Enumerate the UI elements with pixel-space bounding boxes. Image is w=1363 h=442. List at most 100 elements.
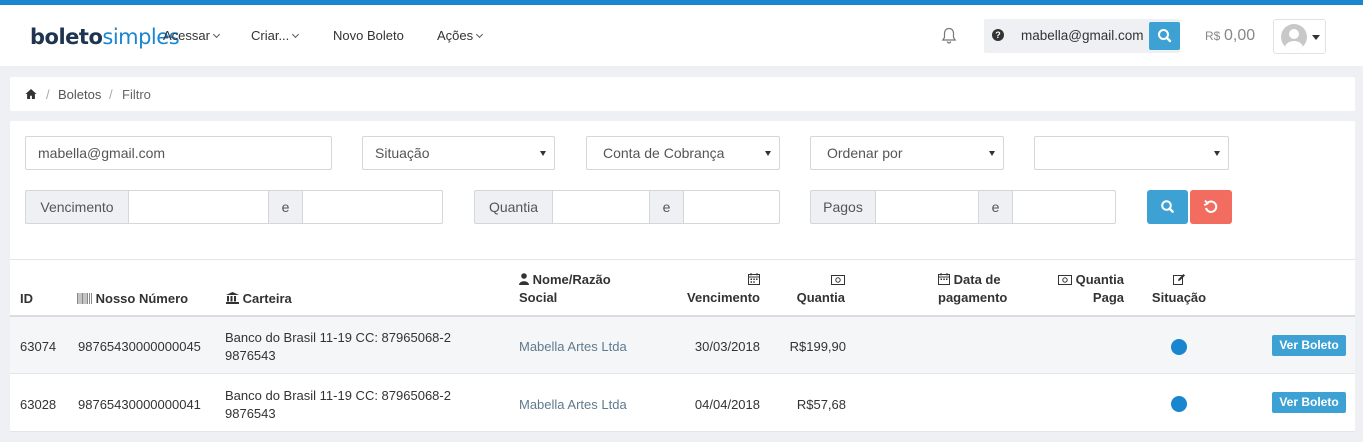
table-row[interactable]: 63074 98765430000000045 Banco do Brasil … [10, 317, 1355, 374]
pagos-label: Pagos [810, 190, 876, 224]
ordenar-select[interactable]: Ordenar por [810, 136, 1004, 170]
row-id: 63074 [20, 339, 57, 354]
breadcrumb: / Boletos / Filtro [10, 77, 1355, 111]
column-header-nosso-numero-label: Nosso Número [95, 291, 189, 306]
column-header-quantia-paga-line2: Paga [1092, 290, 1124, 305]
breadcrumb-separator: / [109, 87, 113, 102]
vencimento-start-input[interactable] [128, 190, 269, 224]
bell-icon[interactable] [941, 27, 957, 45]
row-nome-link[interactable]: Mabella Artes Ltda [519, 338, 627, 356]
situacao-select[interactable]: Situação [362, 136, 555, 170]
status-dot [1171, 339, 1187, 355]
global-search: ? mabella@gmail.com [984, 19, 1180, 53]
chevron-down-icon [212, 30, 221, 39]
quantia-start-input[interactable] [552, 190, 650, 224]
row-nosso-numero: 98765430000000041 [78, 397, 201, 412]
column-header-vencimento[interactable]: Vencimento [687, 271, 760, 307]
situacao-select-value: Situação [375, 145, 430, 161]
column-header-nome-line1: Nome/Razão [532, 272, 611, 287]
select-arrow-icon [1214, 151, 1220, 156]
filter-reset-button[interactable] [1190, 190, 1232, 224]
quantia-label: Quantia [474, 190, 553, 224]
vencimento-end-input[interactable] [302, 190, 443, 224]
column-header-data-line1: Data de [953, 272, 1001, 287]
column-header-data-pagamento[interactable]: Data de pagamento [938, 271, 1007, 307]
pagos-end-input[interactable] [1012, 190, 1116, 224]
money-icon [1057, 275, 1072, 285]
row-carteira: Banco do Brasil 11-19 CC: 87965068-2 987… [225, 387, 451, 423]
select-arrow-icon [765, 151, 771, 156]
logo[interactable]: boletosimples [30, 25, 180, 49]
quantia-end-input[interactable] [683, 190, 780, 224]
breadcrumb-boletos[interactable]: Boletos [58, 87, 101, 102]
calendar-icon [938, 273, 950, 285]
row-carteira-line1: Banco do Brasil 11-19 CC: 87965068-2 [225, 330, 451, 345]
user-avatar-menu[interactable] [1273, 19, 1326, 54]
menu-novo-boleto[interactable]: Novo Boleto [333, 28, 404, 43]
extra-select[interactable] [1034, 136, 1229, 170]
undo-icon [1203, 199, 1218, 213]
balance-currency: R$ [1205, 29, 1221, 43]
global-search-button[interactable] [1149, 22, 1180, 50]
ver-boleto-button[interactable]: Ver Boleto [1272, 392, 1346, 413]
table-row[interactable]: 63028 98765430000000041 Banco do Brasil … [10, 375, 1355, 432]
ver-boleto-button[interactable]: Ver Boleto [1272, 335, 1346, 356]
vencimento-between-label: e [268, 190, 303, 224]
row-nosso-numero: 98765430000000045 [78, 339, 201, 354]
global-search-input[interactable]: mabella@gmail.com [1021, 28, 1149, 43]
column-header-data-line2: pagamento [938, 290, 1008, 305]
pagos-start-input[interactable] [875, 190, 979, 224]
question-circle-icon[interactable]: ? [992, 29, 1004, 41]
column-header-quantia[interactable]: Quantia [797, 271, 845, 307]
row-quantia: R$199,90 [789, 339, 846, 354]
row-carteira-line2: 9876543 [225, 406, 276, 421]
column-header-quantia-paga[interactable]: Quantia Paga [1057, 271, 1124, 307]
column-header-nosso-numero[interactable]: Nosso Número [77, 290, 188, 308]
column-header-carteira[interactable]: Carteira [226, 290, 292, 308]
column-header-situacao-label: Situação [1151, 290, 1207, 305]
edit-icon [1173, 274, 1185, 285]
row-carteira-line1: Banco do Brasil 11-19 CC: 87965068-2 [225, 388, 451, 403]
avatar [1281, 24, 1307, 50]
search-icon [1158, 29, 1172, 43]
menu-criar-label: Criar... [251, 28, 290, 43]
quantia-between-label: e [649, 190, 684, 224]
email-filter-input[interactable]: mabella@gmail.com [25, 136, 332, 170]
column-header-quantia-paga-line1: Quantia [1075, 272, 1124, 287]
chevron-down-icon [476, 30, 484, 39]
column-header-nome[interactable]: Nome/Razão Social [519, 271, 611, 307]
calendar-icon [748, 273, 760, 285]
bank-icon [226, 292, 239, 304]
row-nome-link[interactable]: Mabella Artes Ltda [519, 396, 627, 414]
column-header-carteira-label: Carteira [242, 291, 292, 306]
menu-acoes[interactable]: Ações [437, 28, 484, 43]
breadcrumb-filtro: Filtro [122, 87, 151, 102]
balance-amount: 0,00 [1223, 27, 1256, 44]
account-balance[interactable]: R$ 0,00 [1205, 27, 1255, 45]
conta-cobranca-select[interactable]: Conta de Cobrança [586, 136, 780, 170]
menu-acoes-label: Ações [437, 28, 474, 43]
menu-novo-boleto-label: Novo Boleto [333, 28, 404, 43]
vencimento-label: Vencimento [25, 190, 129, 224]
breadcrumb-separator: / [46, 87, 50, 102]
column-header-vencimento-label: Vencimento [687, 290, 760, 305]
select-arrow-icon [540, 151, 546, 156]
caret-down-icon [1312, 35, 1320, 40]
row-carteira-line2: 9876543 [225, 348, 276, 363]
home-icon[interactable] [25, 88, 37, 100]
menu-acessar[interactable]: Acessar [163, 28, 221, 43]
column-header-nome-line2: Social [519, 290, 558, 305]
conta-cobranca-select-value: Conta de Cobrança [603, 145, 725, 161]
table-header: ID Nosso Número Carteira Nome/Razão Soci… [10, 259, 1355, 317]
pagos-between-label: e [978, 190, 1013, 224]
row-carteira: Banco do Brasil 11-19 CC: 87965068-2 987… [225, 329, 451, 365]
user-icon [519, 273, 529, 285]
column-header-id[interactable]: ID [20, 290, 33, 308]
row-vencimento: 30/03/2018 [694, 339, 760, 354]
row-quantia: R$57,68 [796, 397, 846, 412]
column-header-situacao[interactable]: Situação [1146, 271, 1212, 307]
logo-bold: boleto [30, 25, 103, 49]
menu-criar[interactable]: Criar... [251, 28, 300, 43]
filter-search-button[interactable] [1147, 190, 1188, 224]
user-icon [1285, 29, 1303, 50]
